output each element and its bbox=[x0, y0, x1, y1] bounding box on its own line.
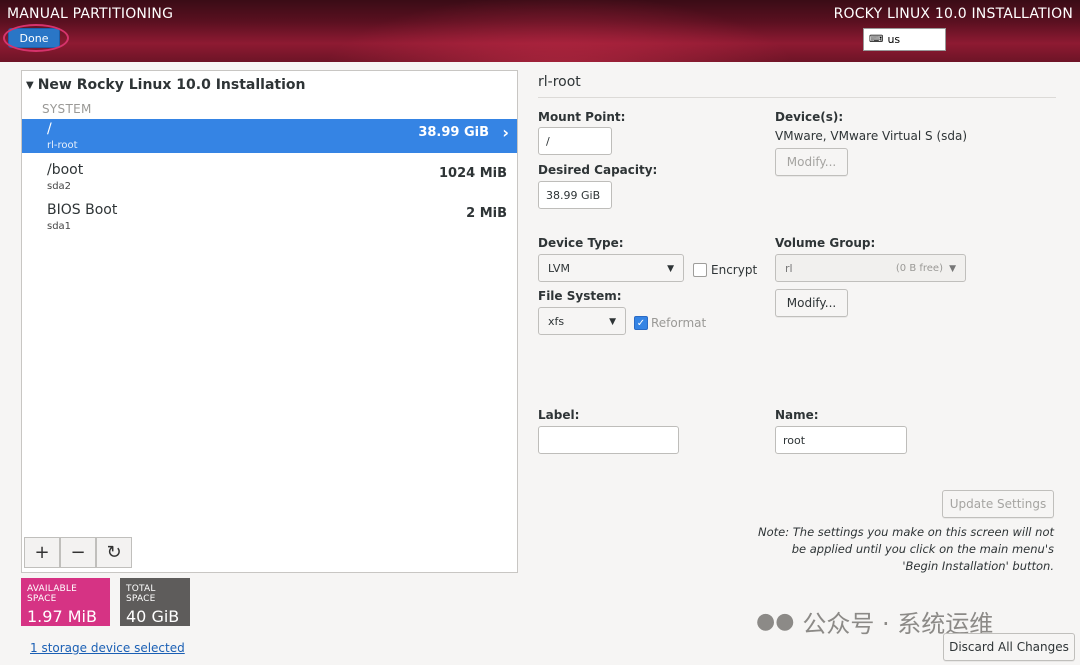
name-input[interactable]: root bbox=[775, 426, 907, 454]
reformat-label: Reformat bbox=[651, 316, 707, 330]
partition-size: 2 MiB bbox=[466, 206, 507, 221]
header-bar: MANUAL PARTITIONING ROCKY LINUX 10.0 INS… bbox=[0, 0, 1080, 62]
available-space-badge: AVAILABLE SPACE 1.97 MiB bbox=[21, 578, 110, 626]
page-title: MANUAL PARTITIONING bbox=[7, 6, 174, 22]
label-input[interactable] bbox=[538, 426, 679, 454]
volume-group-value: rl bbox=[785, 261, 793, 275]
total-space-value: 40 GiB bbox=[126, 607, 180, 626]
file-system-select[interactable]: xfs ▼ bbox=[538, 307, 626, 335]
partition-device: sda2 bbox=[47, 181, 72, 192]
devices-value: VMware, VMware Virtual S (sda) bbox=[775, 129, 968, 143]
mount-point-label: Mount Point: bbox=[538, 110, 626, 124]
expander-down-icon: ▼ bbox=[26, 79, 34, 91]
checkmark-icon: ✓ bbox=[636, 317, 646, 329]
modify-devices-button[interactable]: Modify... bbox=[775, 148, 848, 176]
refresh-icon: ↻ bbox=[106, 542, 122, 563]
mount-point-input[interactable]: / bbox=[538, 127, 612, 155]
encrypt-label: Encrypt bbox=[711, 263, 758, 277]
update-settings-button[interactable]: Update Settings bbox=[942, 490, 1054, 518]
reformat-checkbox[interactable]: ✓ bbox=[634, 316, 648, 330]
partition-row-boot[interactable]: /boot sda2 1024 MiB bbox=[22, 160, 517, 194]
dropdown-arrow-icon: ▼ bbox=[667, 264, 674, 274]
available-space-value: 1.97 MiB bbox=[27, 607, 97, 626]
minus-icon: − bbox=[70, 542, 86, 563]
volume-group-free: (0 B free) bbox=[895, 263, 943, 274]
selected-device-title: rl-root bbox=[538, 74, 581, 90]
installer-title: ROCKY LINUX 10.0 INSTALLATION bbox=[833, 6, 1073, 22]
dropdown-arrow-icon: ▼ bbox=[609, 317, 616, 327]
device-type-label: Device Type: bbox=[538, 236, 624, 250]
wechat-icon: ●● bbox=[756, 609, 795, 634]
partition-row-bios-boot[interactable]: BIOS Boot sda1 2 MiB bbox=[22, 200, 517, 234]
total-space-label: TOTAL SPACE bbox=[126, 584, 156, 604]
system-section-label: SYSTEM bbox=[42, 102, 92, 116]
plus-icon: + bbox=[34, 542, 50, 563]
storage-device-link[interactable]: 1 storage device selected bbox=[30, 641, 185, 655]
device-type-select[interactable]: LVM ▼ bbox=[538, 254, 684, 282]
keyboard-layout-indicator[interactable]: ⌨ us bbox=[863, 28, 946, 51]
desired-capacity-label: Desired Capacity: bbox=[538, 163, 658, 177]
encrypt-checkbox[interactable] bbox=[693, 263, 707, 277]
remove-partition-button[interactable]: − bbox=[60, 537, 96, 568]
file-system-label: File System: bbox=[538, 289, 622, 303]
modify-volume-group-button[interactable]: Modify... bbox=[775, 289, 848, 317]
refresh-button[interactable]: ↻ bbox=[96, 537, 132, 568]
partition-row-root[interactable]: / rl-root 38.99 GiB › bbox=[22, 119, 517, 153]
installation-group-header[interactable]: ▼ New Rocky Linux 10.0 Installation bbox=[26, 77, 305, 93]
desired-capacity-input[interactable]: 38.99 GiB bbox=[538, 181, 612, 209]
keyboard-icon: ⌨ bbox=[869, 34, 884, 45]
volume-group-select[interactable]: rl (0 B free) ▼ bbox=[775, 254, 966, 282]
chevron-right-icon: › bbox=[502, 123, 509, 142]
installation-group-title: New Rocky Linux 10.0 Installation bbox=[37, 77, 306, 93]
partition-mount: BIOS Boot bbox=[47, 202, 118, 218]
discard-all-changes-button[interactable]: Discard All Changes bbox=[943, 633, 1075, 661]
divider bbox=[538, 97, 1056, 98]
done-button[interactable]: Done bbox=[8, 28, 60, 48]
add-partition-button[interactable]: + bbox=[24, 537, 60, 568]
device-type-value: LVM bbox=[548, 261, 570, 275]
dropdown-arrow-icon: ▼ bbox=[949, 264, 956, 274]
partition-mount: / bbox=[47, 121, 52, 137]
volume-group-label: Volume Group: bbox=[775, 236, 876, 250]
keyboard-layout-label: us bbox=[887, 33, 901, 46]
label-field-label: Label: bbox=[538, 408, 580, 422]
file-system-value: xfs bbox=[548, 314, 565, 328]
partition-device: sda1 bbox=[47, 221, 72, 232]
total-space-badge: TOTAL SPACE 40 GiB bbox=[120, 578, 190, 626]
partition-mount: /boot bbox=[47, 162, 84, 178]
settings-note: Note: The settings you make on this scre… bbox=[758, 525, 1054, 573]
devices-label: Device(s): bbox=[775, 110, 844, 124]
header-decoration bbox=[280, 0, 840, 62]
partition-size: 1024 MiB bbox=[438, 166, 507, 181]
partition-list-panel: ▼ New Rocky Linux 10.0 Installation SYST… bbox=[21, 70, 518, 573]
partition-size: 38.99 GiB bbox=[418, 125, 489, 140]
name-field-label: Name: bbox=[775, 408, 819, 422]
partition-device: rl-root bbox=[47, 140, 78, 151]
available-space-label: AVAILABLE SPACE bbox=[27, 584, 78, 604]
